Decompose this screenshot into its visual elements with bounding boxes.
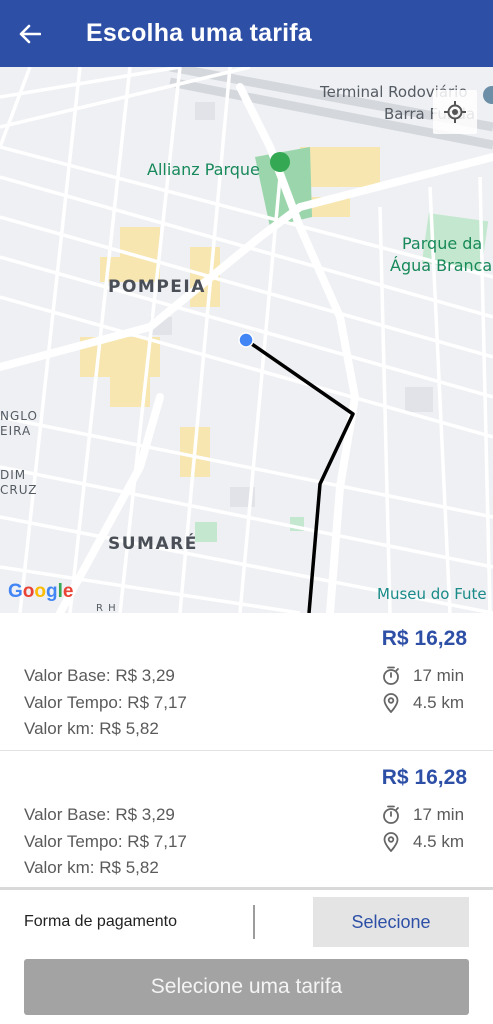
my-location-button[interactable] xyxy=(433,90,477,134)
map-label-sumare: SUMARÉ xyxy=(108,534,198,554)
map-view[interactable]: Terminal Rodoviário Barra Funda Allianz … xyxy=(0,67,493,613)
map-label-cruz: CRUZ xyxy=(0,483,38,497)
location-pin-icon xyxy=(383,831,399,852)
location-pin-icon xyxy=(383,692,399,713)
timer-icon xyxy=(383,666,399,686)
fare-option-2[interactable]: R$ 16,28 Valor Base: R$ 3,29 Valor Tempo… xyxy=(0,752,493,890)
map-label-dim: DIM xyxy=(0,468,27,482)
fare-price: R$ 16,28 xyxy=(381,766,467,789)
map-label-parque: Parque da xyxy=(402,234,483,253)
map-label-bh: R H xyxy=(96,603,117,613)
map-label-pompeia: POMPEIA xyxy=(108,277,206,297)
map-label-museu: Museu do Fute xyxy=(377,585,487,603)
fare-time-value: Valor Tempo: R$ 7,17 xyxy=(24,831,187,851)
map-label-agua-branca: Água Branca xyxy=(390,256,493,275)
payment-select-button[interactable]: Selecione xyxy=(313,897,469,947)
fare-duration: 17 min xyxy=(413,805,465,824)
fare-km-value: Valor km: R$ 5,82 xyxy=(24,858,159,877)
map-label-allianz: Allianz Parque xyxy=(147,160,260,179)
payment-divider xyxy=(253,905,255,939)
map-canvas xyxy=(0,67,493,613)
fare-base-value: Valor Base: R$ 3,29 xyxy=(24,805,175,824)
fare-distance: 4.5 km xyxy=(413,692,465,712)
fare-duration: 17 min xyxy=(413,666,465,685)
app-bar: Escolha uma tarifa xyxy=(0,0,493,67)
fare-price: R$ 16,28 xyxy=(381,627,467,650)
crosshair-icon xyxy=(444,101,466,123)
google-logo: Google xyxy=(8,581,74,602)
fare-km-value: Valor km: R$ 5,82 xyxy=(24,719,159,738)
map-label-anglo: NGLO xyxy=(0,409,38,423)
fare-distance: 4.5 km xyxy=(413,831,465,851)
page-title: Escolha uma tarifa xyxy=(86,19,312,47)
fare-base-value: Valor Base: R$ 3,29 xyxy=(24,666,175,685)
timer-icon xyxy=(383,805,399,825)
fare-time-value: Valor Tempo: R$ 7,17 xyxy=(24,692,187,712)
map-label-eira: EIRA xyxy=(0,424,32,438)
payment-label: Forma de pagamento xyxy=(24,913,177,930)
arrow-left-icon xyxy=(19,24,41,43)
select-fare-button[interactable]: Selecione uma tarifa xyxy=(24,959,469,1015)
payment-row: Forma de pagamento Selecione xyxy=(0,890,493,954)
user-location-dot xyxy=(238,332,254,348)
fare-option-1[interactable]: R$ 16,28 Valor Base: R$ 3,29 Valor Tempo… xyxy=(0,613,493,751)
back-button[interactable] xyxy=(0,0,60,67)
